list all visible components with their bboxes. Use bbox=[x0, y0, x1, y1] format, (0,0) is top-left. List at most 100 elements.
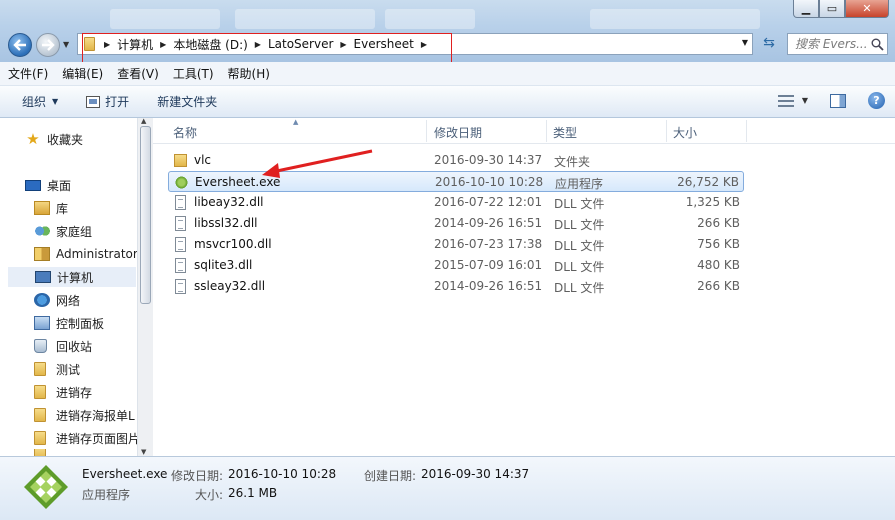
nav-label: 进销存 bbox=[56, 385, 93, 400]
nav-control-panel[interactable]: 控制面板 bbox=[34, 313, 146, 333]
dll-icon bbox=[175, 195, 186, 210]
folder-icon bbox=[84, 37, 95, 51]
network-icon bbox=[34, 293, 50, 307]
file-type: DLL 文件 bbox=[554, 281, 605, 295]
nav-folder[interactable]: 进销存海报单L bbox=[34, 405, 138, 425]
eversheet-app-icon bbox=[24, 465, 68, 509]
folder-icon bbox=[34, 449, 46, 456]
back-button[interactable] bbox=[8, 33, 32, 57]
file-size: 26,752 KB bbox=[677, 175, 739, 189]
command-bar: 组织 ▼ 打开 新建文件夹 ▼ ? bbox=[0, 86, 895, 118]
search-box[interactable] bbox=[787, 33, 888, 55]
search-input[interactable] bbox=[795, 37, 871, 51]
preview-pane-icon[interactable] bbox=[830, 93, 846, 108]
column-divider[interactable] bbox=[426, 120, 427, 142]
help-icon[interactable]: ? bbox=[868, 92, 885, 109]
breadcrumb-separator-icon[interactable]: ▶ bbox=[421, 40, 427, 49]
desktop-icon bbox=[25, 179, 41, 191]
nav-administrator[interactable]: Administrator bbox=[34, 244, 138, 264]
recycle-bin-icon bbox=[34, 339, 47, 353]
file-row[interactable]: msvcr100.dll 2016-07-23 17:38 DLL 文件 756… bbox=[168, 234, 744, 255]
nav-folder-partial[interactable] bbox=[34, 449, 146, 456]
file-type: DLL 文件 bbox=[554, 197, 605, 211]
breadcrumb-latoserver[interactable]: LatoServer bbox=[268, 37, 333, 51]
folder-icon bbox=[34, 385, 46, 399]
nav-homegroup[interactable]: 家庭组 bbox=[34, 221, 146, 241]
nav-folder[interactable]: 进销存页面图片 bbox=[34, 428, 138, 448]
nav-folder[interactable]: 测试 bbox=[34, 359, 146, 379]
file-type: DLL 文件 bbox=[554, 260, 605, 274]
sort-ascending-icon: ▲ bbox=[293, 118, 299, 126]
file-date: 2016-10-10 10:28 bbox=[435, 175, 544, 189]
new-folder-label: 新建文件夹 bbox=[157, 95, 218, 109]
column-header-type[interactable]: 类型 bbox=[553, 124, 577, 141]
minimize-button[interactable]: ▁ bbox=[793, 0, 819, 18]
file-name: ssleay32.dll bbox=[194, 279, 266, 293]
file-row-selected[interactable]: Eversheet.exe 2016-10-10 10:28 应用程序 26,7… bbox=[168, 171, 744, 192]
new-folder-button[interactable]: 新建文件夹 bbox=[157, 93, 217, 110]
nav-folder[interactable]: 进销存 bbox=[34, 382, 146, 402]
organize-button[interactable]: 组织 ▼ bbox=[22, 93, 58, 110]
menu-tools[interactable]: 工具(T) bbox=[173, 65, 214, 82]
file-row[interactable]: vlc 2016-09-30 14:37 文件夹 bbox=[168, 150, 744, 171]
breadcrumb-separator-icon[interactable]: ▶ bbox=[255, 40, 261, 49]
nav-label: 回收站 bbox=[56, 339, 93, 354]
back-arrow-icon bbox=[13, 39, 26, 51]
column-header-name[interactable]: 名称 bbox=[173, 124, 197, 141]
view-options-dropdown[interactable]: ▼ bbox=[802, 96, 808, 105]
file-date: 2015-07-09 16:01 bbox=[434, 258, 543, 272]
details-modified-value: 2016-10-10 10:28 bbox=[228, 467, 337, 481]
nav-label: 测试 bbox=[56, 362, 81, 377]
nav-desktop[interactable]: 桌面 bbox=[25, 175, 137, 195]
recent-pages-dropdown[interactable]: ▼ bbox=[63, 40, 69, 49]
column-divider[interactable] bbox=[546, 120, 547, 142]
breadcrumb-separator-icon[interactable]: ▶ bbox=[104, 40, 110, 49]
column-headers: ▲ 名称 修改日期 类型 大小 bbox=[153, 118, 895, 144]
search-icon[interactable] bbox=[871, 38, 884, 51]
file-row[interactable]: sqlite3.dll 2015-07-09 16:01 DLL 文件 480 … bbox=[168, 255, 744, 276]
nav-network[interactable]: 网络 bbox=[34, 290, 146, 310]
column-header-date[interactable]: 修改日期 bbox=[434, 124, 482, 141]
nav-label: 网络 bbox=[56, 293, 81, 308]
dll-icon bbox=[175, 279, 186, 294]
breadcrumb-separator-icon[interactable]: ▶ bbox=[160, 40, 166, 49]
column-divider[interactable] bbox=[666, 120, 667, 142]
menu-view[interactable]: 查看(V) bbox=[117, 65, 159, 82]
breadcrumb-computer[interactable]: 计算机 bbox=[117, 36, 153, 53]
background-taskbar-ghost bbox=[385, 9, 475, 29]
breadcrumb-eversheet[interactable]: Eversheet bbox=[354, 37, 414, 51]
maximize-button[interactable]: ▭ bbox=[819, 0, 845, 18]
scroll-down-icon[interactable]: ▼ bbox=[141, 448, 146, 456]
file-type: DLL 文件 bbox=[554, 239, 605, 253]
nav-computer[interactable]: 计算机 bbox=[8, 267, 136, 287]
menu-file[interactable]: 文件(F) bbox=[8, 65, 48, 82]
close-button[interactable]: ✕ bbox=[845, 0, 889, 18]
nav-library[interactable]: 库 bbox=[34, 198, 146, 218]
file-row[interactable]: ssleay32.dll 2014-09-26 16:51 DLL 文件 266… bbox=[168, 276, 744, 297]
forward-button[interactable] bbox=[36, 33, 60, 57]
column-header-size[interactable]: 大小 bbox=[673, 124, 697, 141]
file-row[interactable]: libeay32.dll 2016-07-22 12:01 DLL 文件 1,3… bbox=[168, 192, 744, 213]
nav-recycle-bin[interactable]: 回收站 bbox=[34, 336, 146, 356]
address-history-dropdown[interactable]: ▼ bbox=[742, 38, 748, 47]
navigation-scrollbar[interactable]: ▲ ▼ bbox=[137, 117, 153, 456]
breadcrumb-drive-d[interactable]: 本地磁盘 (D:) bbox=[173, 36, 247, 53]
dll-icon bbox=[175, 237, 186, 252]
breadcrumb-separator-icon[interactable]: ▶ bbox=[340, 40, 346, 49]
library-icon bbox=[34, 201, 50, 215]
address-bar[interactable]: ▶ 计算机 ▶ 本地磁盘 (D:) ▶ LatoServer ▶ Evershe… bbox=[77, 33, 753, 55]
column-divider[interactable] bbox=[746, 120, 747, 142]
file-row[interactable]: libssl32.dll 2014-09-26 16:51 DLL 文件 266… bbox=[168, 213, 744, 234]
open-button[interactable]: 打开 bbox=[86, 93, 129, 110]
scroll-up-icon[interactable]: ▲ bbox=[141, 117, 146, 125]
menu-edit[interactable]: 编辑(E) bbox=[62, 65, 103, 82]
file-list: ▲ 名称 修改日期 类型 大小 vlc 2016-09-30 14:37 文件夹… bbox=[153, 118, 895, 456]
refresh-button[interactable]: ⇆ bbox=[758, 35, 780, 53]
homegroup-icon bbox=[34, 224, 50, 238]
details-type: 应用程序 bbox=[82, 488, 131, 502]
nav-favorites[interactable]: ★ 收藏夹 bbox=[25, 129, 137, 149]
change-view-icon[interactable] bbox=[777, 94, 794, 107]
scrollbar-thumb[interactable] bbox=[140, 126, 151, 304]
view-controls: ▼ ? bbox=[777, 92, 885, 109]
menu-help[interactable]: 帮助(H) bbox=[228, 65, 270, 82]
